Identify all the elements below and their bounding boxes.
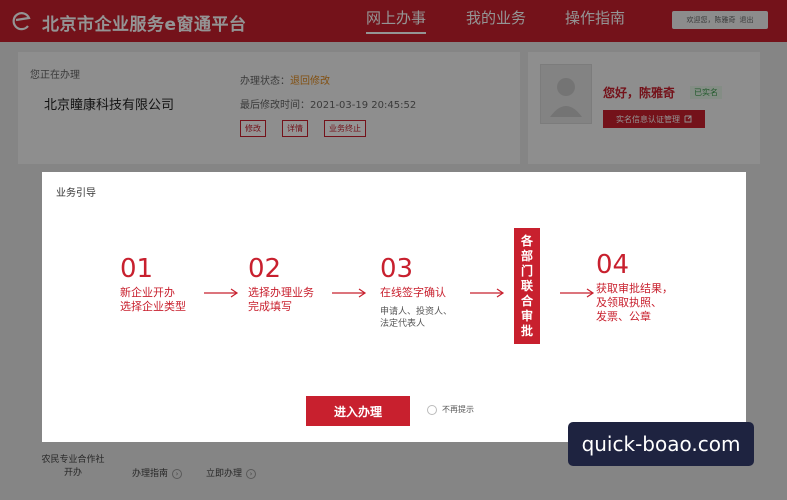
joint-approval-box: 各 部 门 联 合 审 批 <box>514 228 540 344</box>
no-remind-option[interactable]: 不再提示 <box>427 404 474 415</box>
dept-char: 部 <box>520 248 533 263</box>
dept-char: 合 <box>520 293 533 308</box>
step-1-number: 01 <box>120 254 154 284</box>
enter-handling-button[interactable]: 进入办理 <box>306 396 410 426</box>
arrow-right-icon <box>470 288 505 298</box>
dept-char: 各 <box>520 233 533 248</box>
modal-title: 业务引导 <box>56 188 96 199</box>
step-1-text-line-2: 选择企业类型 <box>120 300 186 313</box>
step-1-text-line-1: 新企业开办 <box>120 286 175 299</box>
watermark-label: quick-boao.com <box>568 422 754 466</box>
step-2-text-line-2: 完成填写 <box>248 300 292 313</box>
step-3-sub-line-1: 申请人、投资人、 <box>380 307 453 317</box>
step-3-text-line-1: 在线签字确认 <box>380 286 446 299</box>
step-4-text-line-3: 发票、公章 <box>596 310 651 323</box>
dept-char: 审 <box>520 308 533 323</box>
arrow-right-icon <box>332 288 367 298</box>
no-remind-radio[interactable] <box>427 404 437 415</box>
dept-char: 联 <box>520 278 533 293</box>
arrow-right-icon <box>204 288 239 298</box>
dept-char: 门 <box>520 263 533 278</box>
no-remind-label: 不再提示 <box>442 405 474 414</box>
step-3-sub-line-2: 法定代表人 <box>380 319 426 329</box>
step-4-text-line-2: 及领取执照、 <box>596 296 662 309</box>
arrow-right-icon <box>560 288 595 298</box>
dept-char: 批 <box>520 323 533 338</box>
step-4-text-line-1: 获取审批结果， <box>596 282 673 295</box>
step-4-number: 04 <box>596 250 630 280</box>
business-guide-modal: 业务引导 01 新企业开办 选择企业类型 02 选择办理业务 完成填写 03 在… <box>42 172 746 442</box>
step-2-number: 02 <box>248 254 282 284</box>
step-2-text-line-1: 选择办理业务 <box>248 286 314 299</box>
step-3-number: 03 <box>380 254 414 284</box>
